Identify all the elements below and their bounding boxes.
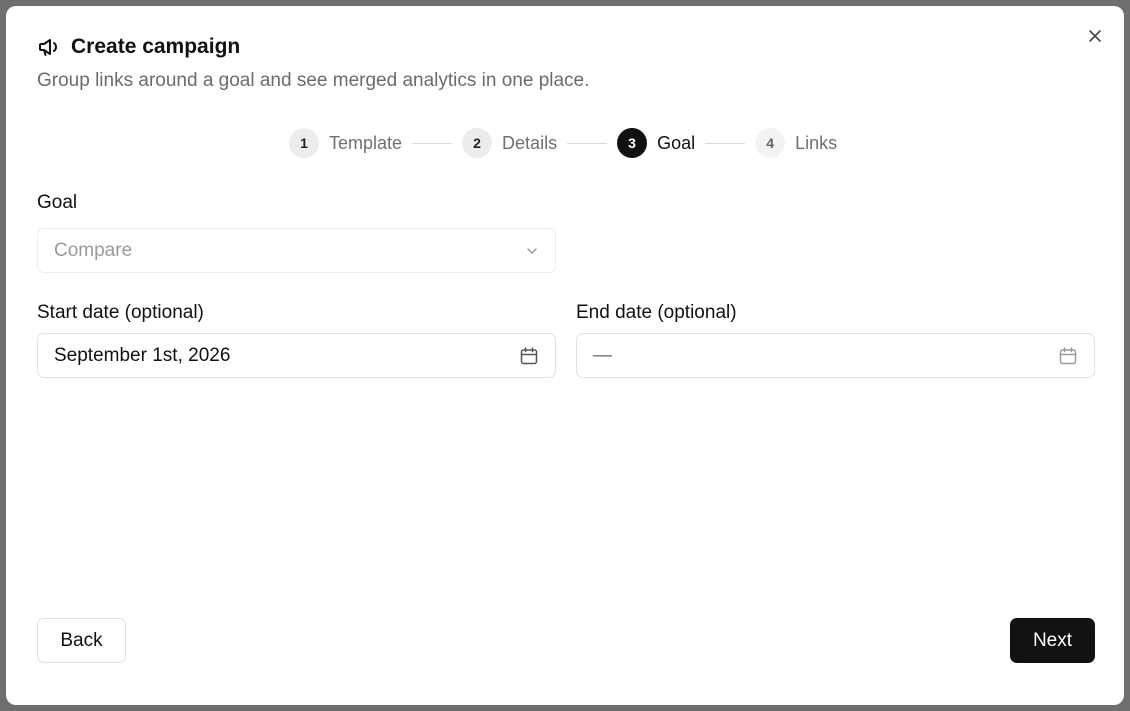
start-date-value: September 1st, 2026 bbox=[54, 344, 231, 366]
step-template[interactable]: 1 Template bbox=[289, 128, 402, 158]
step-number: 2 bbox=[462, 128, 493, 158]
step-connector bbox=[412, 142, 453, 144]
next-button[interactable]: Next bbox=[1010, 618, 1095, 663]
step-label: Details bbox=[502, 132, 558, 153]
close-button[interactable] bbox=[1085, 26, 1105, 46]
chevron-down-icon bbox=[527, 247, 537, 254]
step-label: Template bbox=[329, 132, 403, 153]
create-campaign-dialog: Create campaign Group links around a goa… bbox=[6, 6, 1124, 705]
start-date-picker[interactable]: September 1st, 2026 bbox=[37, 333, 556, 378]
step-links[interactable]: 4 Links bbox=[755, 128, 837, 158]
step-connector bbox=[567, 142, 608, 144]
back-button[interactable]: Back bbox=[37, 618, 126, 663]
end-date-picker[interactable]: — bbox=[576, 333, 1095, 378]
step-connector bbox=[705, 142, 746, 144]
step-number: 1 bbox=[289, 128, 319, 158]
step-number: 4 bbox=[755, 128, 786, 158]
dialog-title: Create campaign bbox=[71, 35, 241, 58]
step-label: Links bbox=[795, 132, 838, 153]
goal-select-value: Compare bbox=[54, 239, 133, 261]
goal-label: Goal bbox=[37, 192, 78, 213]
step-details[interactable]: 2 Details bbox=[462, 128, 557, 158]
calendar-icon bbox=[1059, 346, 1077, 364]
step-number: 3 bbox=[617, 128, 648, 158]
calendar-icon bbox=[520, 346, 538, 364]
stepper: 1 Template 2 Details 3 Goal 4 Links bbox=[289, 127, 837, 159]
end-date-label: End date (optional) bbox=[576, 302, 737, 323]
dialog-subtitle: Group links around a goal and see merged… bbox=[37, 70, 590, 91]
start-date-label: Start date (optional) bbox=[37, 302, 204, 323]
step-label: Goal bbox=[657, 132, 696, 153]
goal-select[interactable]: Compare bbox=[37, 228, 556, 273]
end-date-value: — bbox=[593, 344, 612, 366]
step-goal[interactable]: 3 Goal bbox=[617, 128, 695, 158]
megaphone-icon bbox=[39, 39, 57, 56]
dialog-header: Create campaign bbox=[37, 35, 240, 59]
close-icon bbox=[1089, 30, 1101, 42]
